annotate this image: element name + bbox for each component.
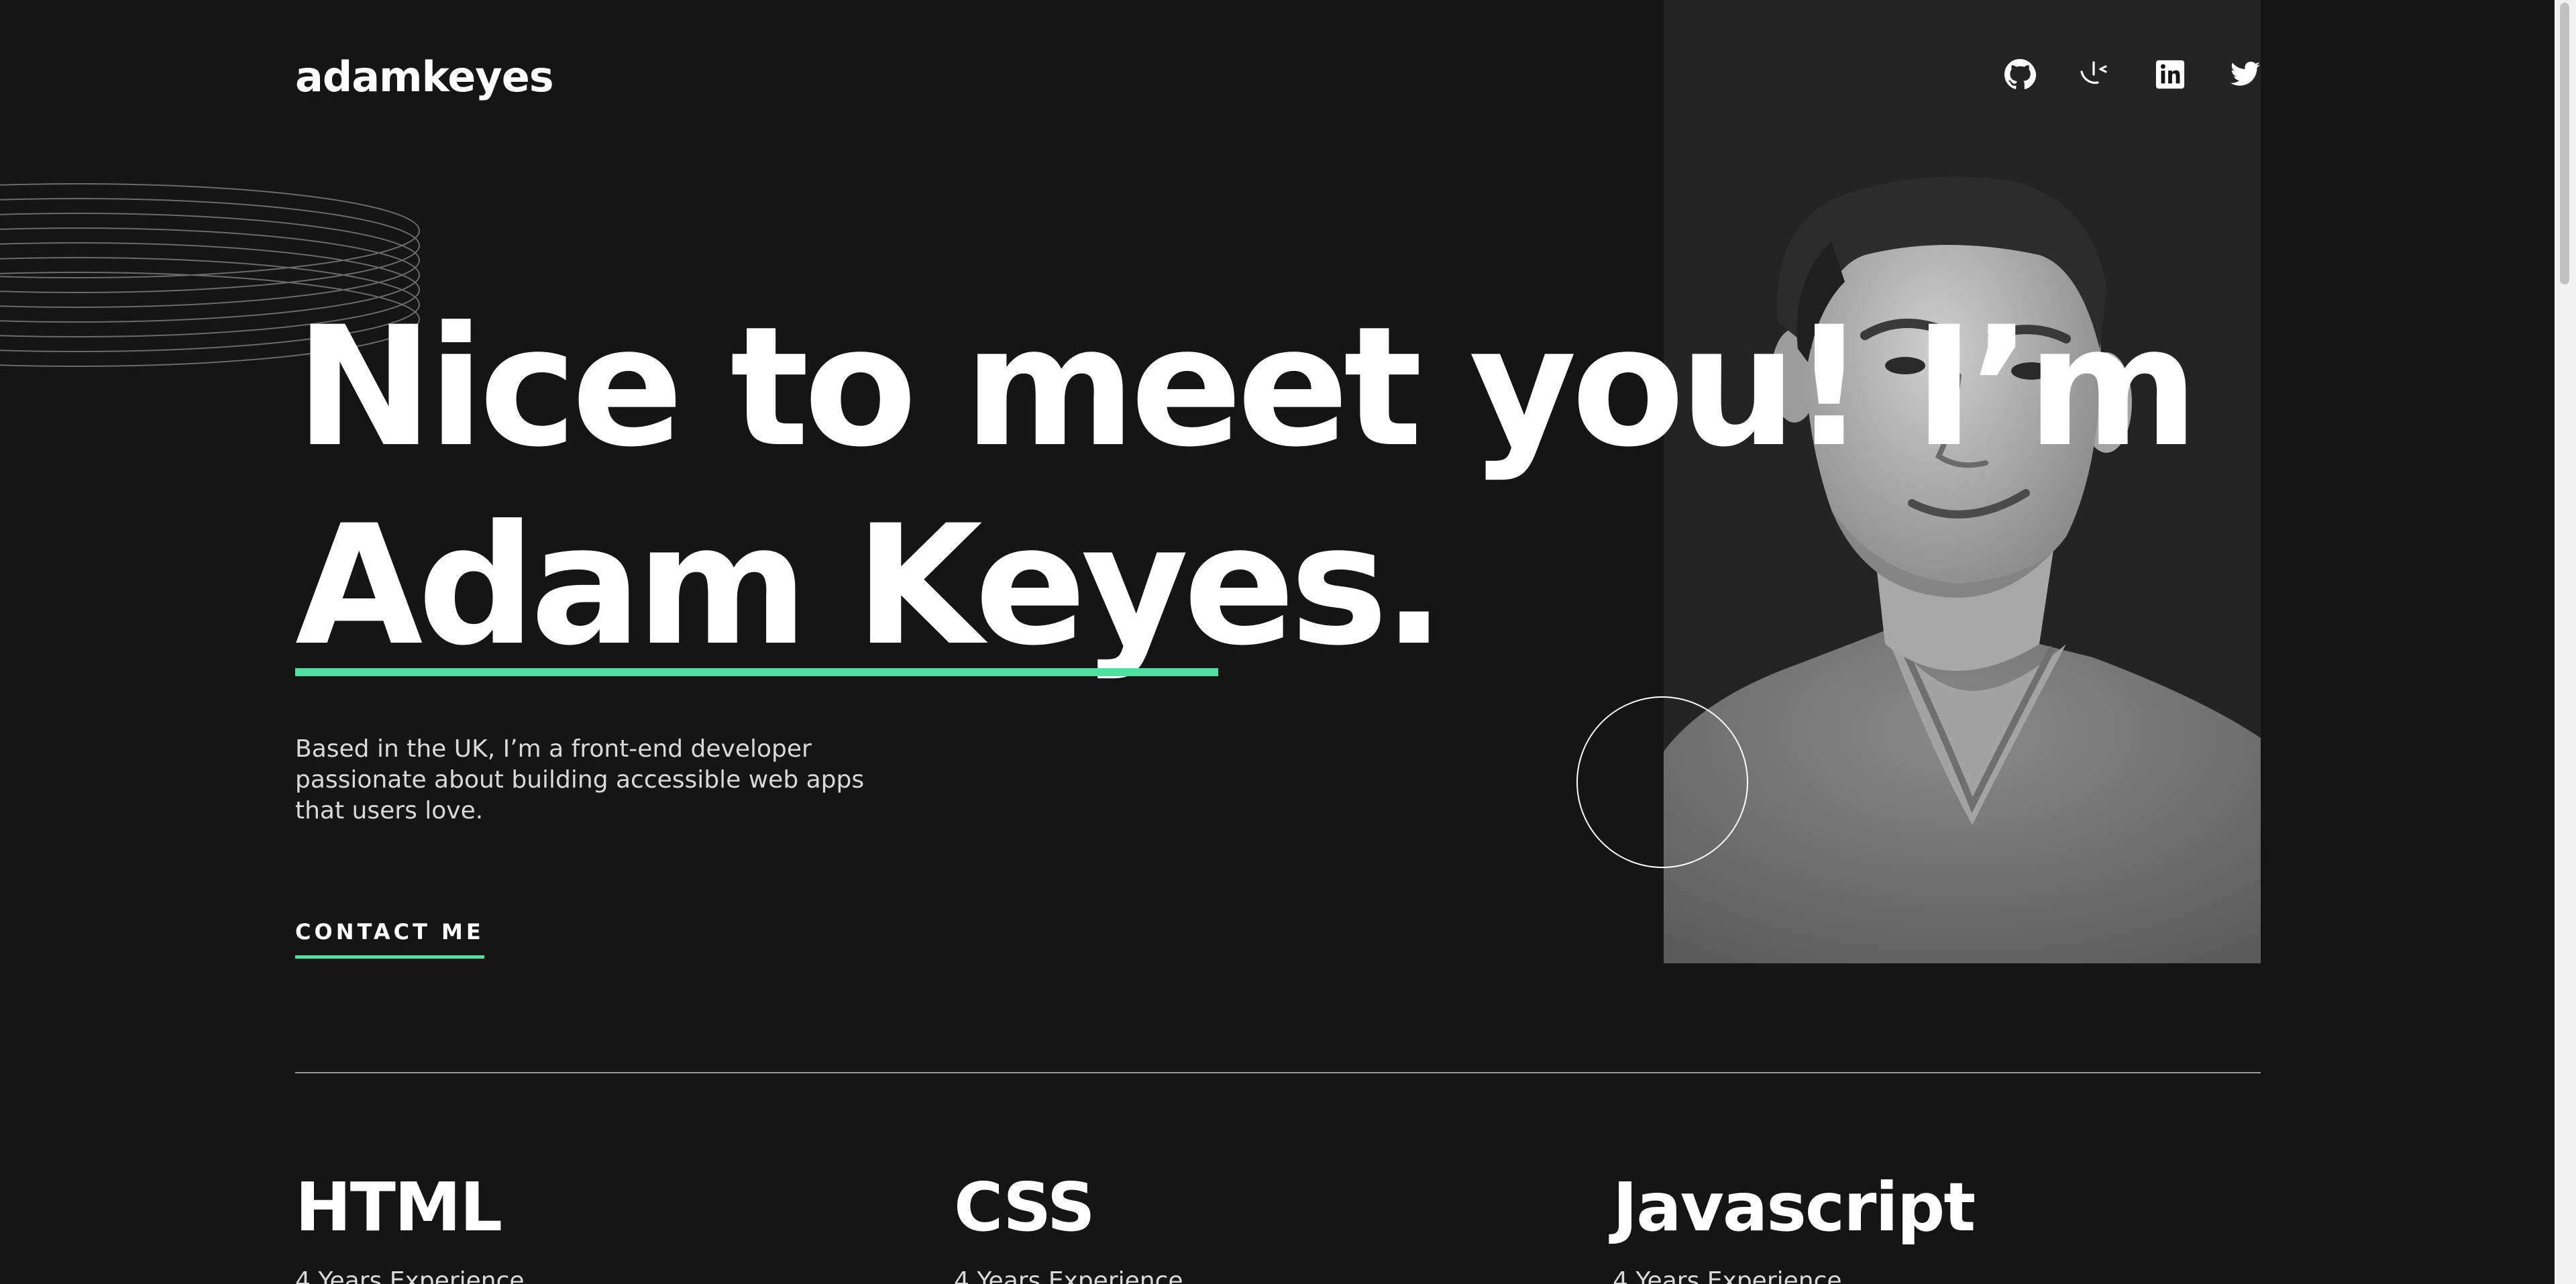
skill-experience: 4 Years Experience [954,1267,1183,1284]
contact-me-button[interactable]: CONTACT ME [295,919,484,959]
skill-name: HTML [295,1168,502,1246]
site-logo[interactable]: adamkeyes [295,52,554,101]
social-links [2003,58,2262,91]
skill-javascript: Javascript 4 Years Experience [1613,1167,1976,1284]
hero-line-2: Adam Keyes. [295,490,1446,682]
scrollbar-thumb[interactable] [2560,3,2569,284]
skill-experience: 4 Years Experience [1613,1267,1842,1284]
portfolio-page: adamkeyes Nice to meet you! I’m Adam Keye… [0,0,2576,1284]
twitter-icon[interactable] [2229,58,2262,91]
section-divider [295,1072,2261,1073]
skill-html: HTML 4 Years Experience [295,1167,525,1284]
name-underline [295,668,1218,676]
skill-css: CSS 4 Years Experience [954,1167,1183,1284]
hero-line-1: Nice to meet you! I’m [295,292,2199,484]
github-icon[interactable] [2003,58,2037,91]
skill-name: Javascript [1613,1168,1976,1246]
page-scrollbar[interactable] [2555,0,2576,1284]
frontend-mentor-icon[interactable] [2078,58,2112,91]
hero-intro: Based in the UK, I’m a front-end develop… [295,735,865,824]
hero-headline: Nice to meet you! I’m Adam Keyes. [295,288,2199,686]
decorative-circle [1576,696,1748,868]
skill-name: CSS [954,1168,1095,1246]
linkedin-icon[interactable] [2153,58,2187,91]
skill-experience: 4 Years Experience [295,1267,525,1284]
